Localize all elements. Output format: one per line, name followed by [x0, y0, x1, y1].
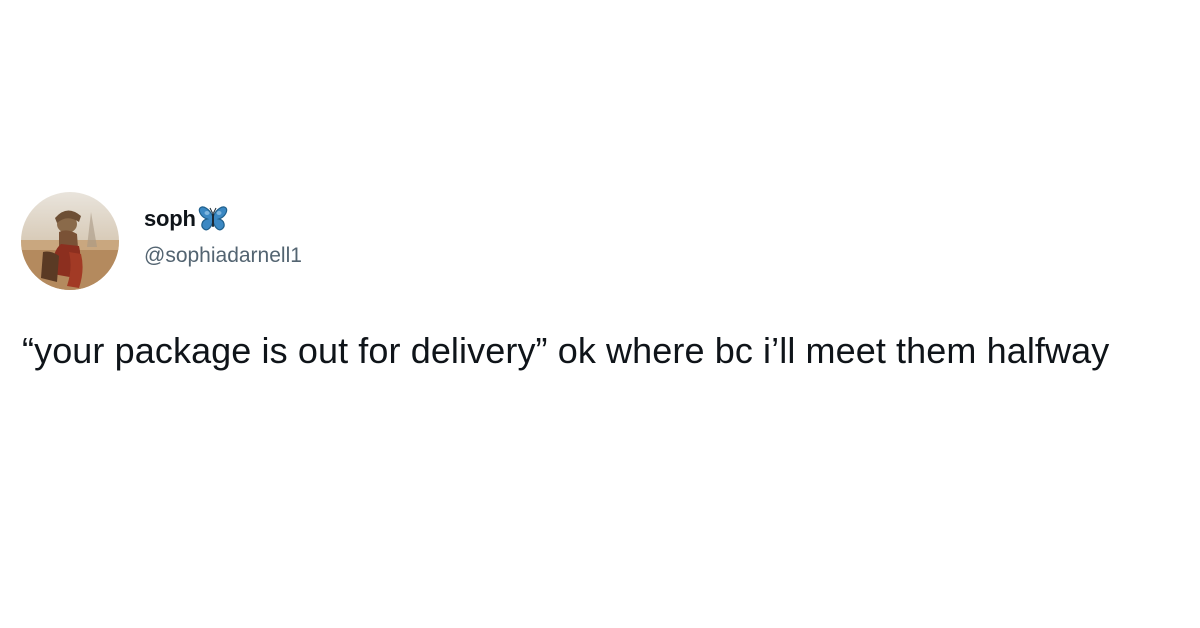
avatar-photo	[21, 192, 119, 290]
avatar[interactable]	[21, 192, 119, 290]
display-name[interactable]: soph	[144, 206, 196, 232]
name-row: soph	[144, 204, 302, 234]
author-block: soph @sophiadarnell1	[144, 204, 302, 268]
user-handle[interactable]: @sophiadarnell1	[144, 244, 302, 268]
tweet-card: soph @sophiadarnell1 “your package is ou…	[0, 0, 1200, 628]
butterfly-icon	[198, 205, 228, 233]
tweet-text: “your package is out for delivery” ok wh…	[22, 330, 1110, 371]
